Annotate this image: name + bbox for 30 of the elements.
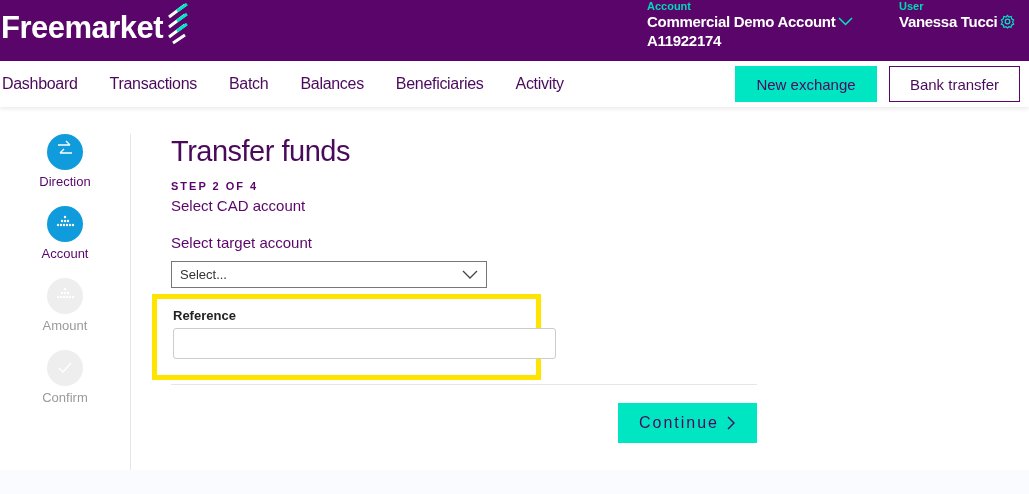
- account-name[interactable]: Commercial Demo Account: [647, 12, 836, 31]
- step-label: Amount: [42, 318, 88, 333]
- reference-field[interactable]: [173, 328, 556, 359]
- field-label: Select target account: [171, 234, 313, 251]
- step-label: Confirm: [42, 390, 88, 405]
- continue-button[interactable]: Continue: [618, 403, 757, 443]
- account-id: A11922174: [647, 31, 723, 50]
- nav-link[interactable]: Dashboard: [2, 75, 78, 93]
- bank-transfer-button[interactable]: Bank transfer: [889, 66, 1020, 102]
- nav-link[interactable]: Activity: [515, 75, 564, 93]
- nav-link[interactable]: Balances: [300, 75, 364, 93]
- new-exchange-button[interactable]: New exchange: [735, 66, 877, 102]
- user-label: User: [899, 0, 925, 12]
- nav-link[interactable]: Transactions: [109, 75, 197, 93]
- chevron-right-icon: [727, 416, 736, 430]
- field-label: Reference: [173, 308, 237, 323]
- user-name: Vanessa Tucci: [899, 12, 998, 31]
- subtitle: Select CAD account: [171, 197, 307, 214]
- settings-icon[interactable]: [1000, 14, 1016, 29]
- page-title: Transfer funds: [171, 135, 351, 168]
- step-label: Direction: [39, 174, 91, 189]
- chevron-down-icon[interactable]: [462, 270, 478, 279]
- logo-text[interactable]: Freemarket: [1, 10, 164, 46]
- account-label: Account: [647, 0, 692, 12]
- step-indicator: STEP 2 OF 4: [171, 180, 260, 192]
- account-dropdown[interactable]: Select...: [171, 261, 487, 288]
- step-label: Account: [41, 246, 89, 261]
- nav-link[interactable]: Batch: [229, 75, 269, 93]
- nav-link[interactable]: Beneficiaries: [395, 75, 484, 93]
- stripes-logo-icon: [165, 3, 190, 47]
